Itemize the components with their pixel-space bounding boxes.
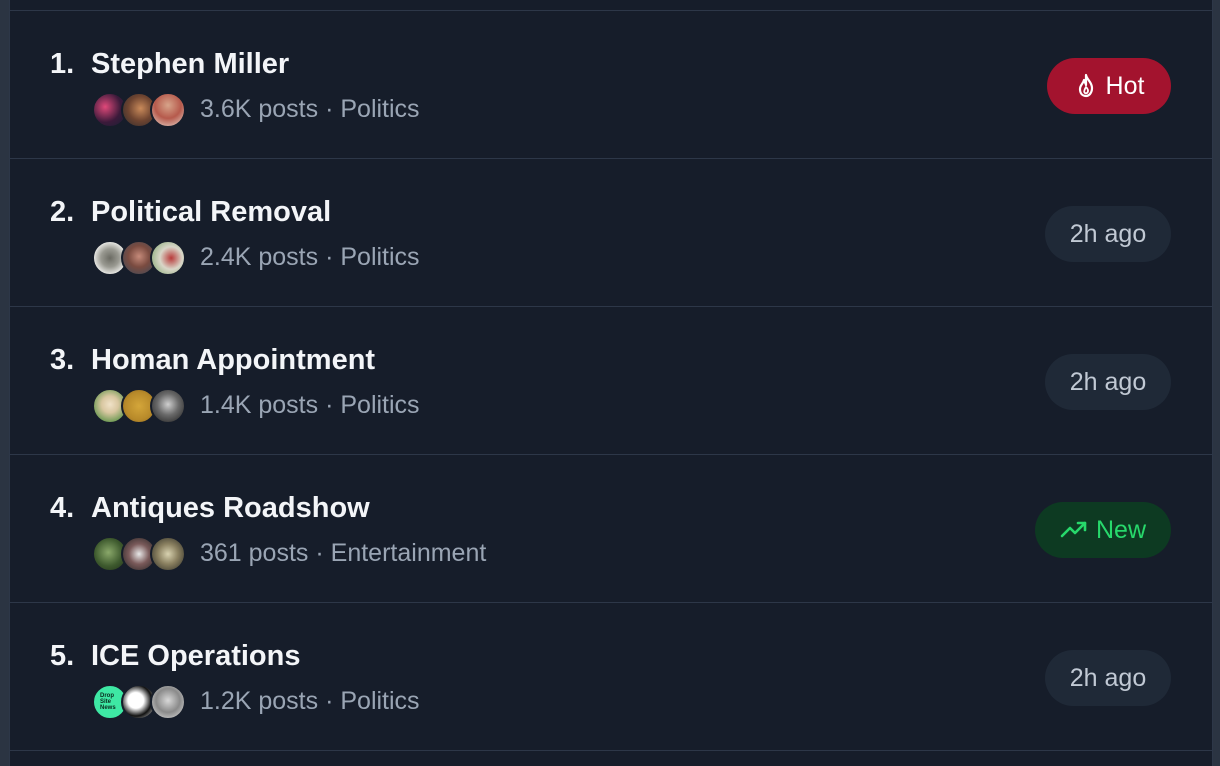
rank-number: 3. bbox=[50, 344, 75, 376]
time-badge: 2h ago bbox=[1045, 650, 1171, 706]
trending-row-political-removal[interactable]: 2. Political Removal 2.4K posts · Politi… bbox=[10, 158, 1212, 305]
badge-label: 2h ago bbox=[1069, 367, 1147, 396]
category: Politics bbox=[340, 243, 420, 271]
new-badge: New bbox=[1035, 502, 1171, 558]
post-count: 3.6K posts bbox=[200, 95, 319, 123]
category: Entertainment bbox=[330, 539, 487, 567]
avatar-stack: Drop Site News bbox=[92, 684, 186, 720]
topic-meta: 1.4K posts · Politics bbox=[200, 391, 420, 420]
badge-label: 2h ago bbox=[1069, 219, 1147, 248]
avatar-stack bbox=[92, 92, 186, 128]
category: Politics bbox=[340, 391, 420, 419]
post-count: 361 posts bbox=[200, 539, 309, 567]
avatar-stack bbox=[92, 240, 186, 276]
badge-label: 2h ago bbox=[1069, 663, 1147, 692]
category: Politics bbox=[340, 687, 420, 715]
drop-site-news-logo: Drop Site News bbox=[100, 693, 116, 711]
flame-icon bbox=[1074, 73, 1098, 99]
avatar-stack bbox=[92, 536, 186, 572]
avatar bbox=[150, 240, 186, 276]
avatar-stack bbox=[92, 388, 186, 424]
hot-badge: Hot bbox=[1047, 58, 1171, 114]
trending-list: 1. Stephen Miller 3.6K posts · Politics … bbox=[9, 0, 1213, 766]
trending-up-icon bbox=[1060, 520, 1088, 540]
trending-row-antiques-roadshow[interactable]: 4. Antiques Roadshow 361 posts · Enterta… bbox=[10, 454, 1212, 601]
time-badge: 2h ago bbox=[1045, 354, 1171, 410]
post-count: 1.2K posts bbox=[200, 687, 319, 715]
avatar bbox=[150, 684, 186, 720]
topic-title[interactable]: Political Removal bbox=[91, 196, 331, 229]
avatar bbox=[150, 536, 186, 572]
separator: · bbox=[325, 95, 334, 123]
category: Politics bbox=[340, 95, 420, 123]
topic-title[interactable]: Homan Appointment bbox=[91, 344, 375, 377]
separator: · bbox=[325, 243, 334, 271]
time-badge: 2h ago bbox=[1045, 206, 1171, 262]
post-count: 1.4K posts bbox=[200, 391, 319, 419]
list-divider bbox=[10, 750, 1212, 766]
rank-number: 5. bbox=[50, 640, 75, 672]
topic-meta: 361 posts · Entertainment bbox=[200, 539, 486, 568]
rank-number: 1. bbox=[50, 48, 75, 80]
topic-meta: 2.4K posts · Politics bbox=[200, 243, 420, 272]
post-count: 2.4K posts bbox=[200, 243, 319, 271]
separator: · bbox=[325, 391, 334, 419]
rank-number: 4. bbox=[50, 492, 75, 524]
badge-label: New bbox=[1095, 515, 1146, 544]
topic-meta: 1.2K posts · Politics bbox=[200, 687, 420, 716]
topic-title[interactable]: ICE Operations bbox=[91, 640, 301, 673]
trending-row-stephen-miller[interactable]: 1. Stephen Miller 3.6K posts · Politics … bbox=[10, 10, 1212, 157]
topic-title[interactable]: Stephen Miller bbox=[91, 48, 289, 81]
trending-row-ice-operations[interactable]: 5. ICE Operations Drop Site News 1.2K po… bbox=[10, 602, 1212, 749]
separator: · bbox=[325, 687, 334, 715]
topic-title[interactable]: Antiques Roadshow bbox=[91, 492, 370, 525]
avatar bbox=[150, 388, 186, 424]
topic-meta: 3.6K posts · Politics bbox=[200, 95, 420, 124]
badge-label: Hot bbox=[1105, 71, 1145, 100]
avatar bbox=[150, 92, 186, 128]
rank-number: 2. bbox=[50, 196, 75, 228]
separator: · bbox=[315, 539, 324, 567]
trending-row-homan-appointment[interactable]: 3. Homan Appointment 1.4K posts · Politi… bbox=[10, 306, 1212, 453]
